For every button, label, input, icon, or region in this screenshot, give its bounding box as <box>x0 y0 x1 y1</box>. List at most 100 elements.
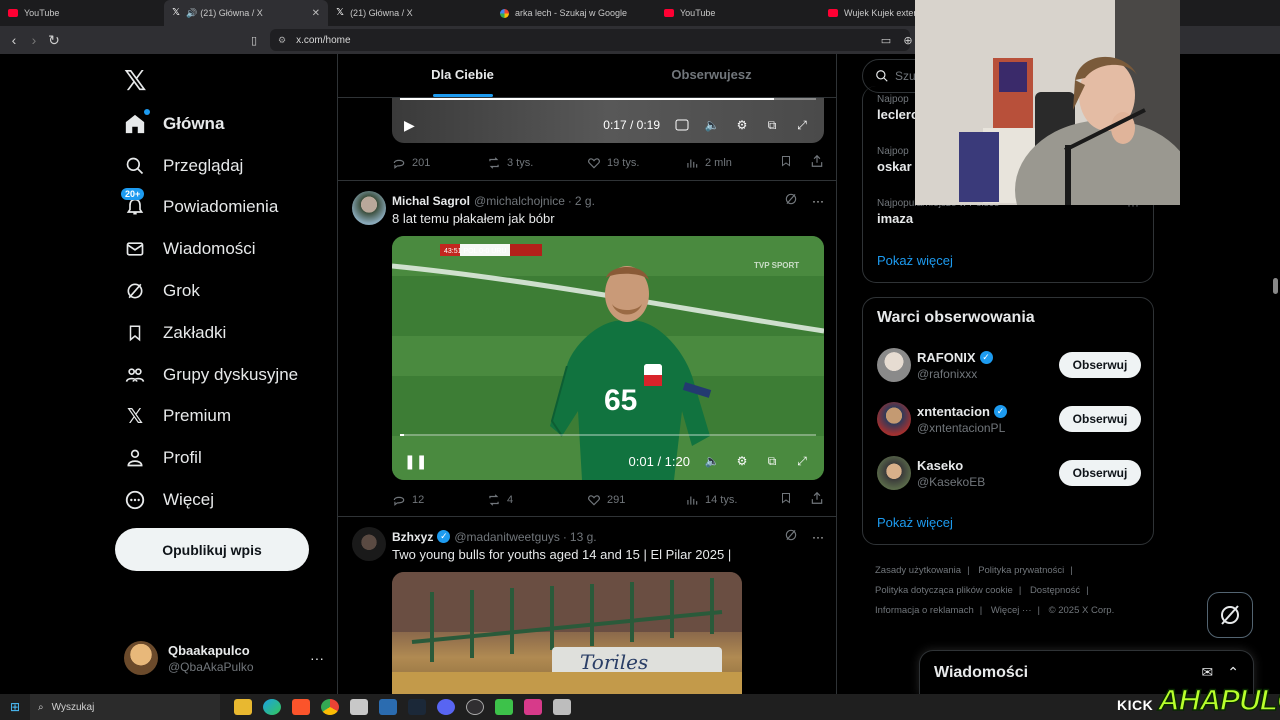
new-message-icon[interactable]: ✉ <box>1202 664 1214 681</box>
speaker-icon[interactable]: 🔊 <box>186 8 197 19</box>
author-name[interactable]: Michal Sagrol <box>392 194 470 208</box>
pause-icon[interactable]: ❚❚ <box>404 453 427 470</box>
x-logo[interactable]: 𝕏 <box>124 64 147 97</box>
nav-item-grok[interactable]: Grok <box>124 270 298 312</box>
reply-button[interactable]: 201 <box>392 156 487 170</box>
page-scrollbar[interactable] <box>1271 54 1280 694</box>
play-icon[interactable]: ▶ <box>404 117 415 134</box>
trend-item[interactable]: Najpop leclerc <box>877 94 918 122</box>
pip-icon[interactable]: ⧉ <box>764 453 780 469</box>
post-image[interactable]: Toriles <box>392 572 742 694</box>
avatar[interactable] <box>352 191 386 225</box>
share-icon[interactable] <box>810 154 824 171</box>
footer-link[interactable]: Informacja o reklamach <box>875 605 974 616</box>
app-icon[interactable] <box>524 699 542 715</box>
browser-tab[interactable]: arka lech - Szukaj w Google <box>492 0 656 26</box>
windows-start-icon[interactable]: ⊞ <box>0 700 30 714</box>
video-player[interactable]: ▶ 0:17 / 0:19 🔈 ⚙ ⧉ ⤢ <box>392 98 824 143</box>
app-icon[interactable] <box>495 699 513 715</box>
browser-tab[interactable]: 𝕏 (21) Główna / X <box>328 0 492 26</box>
discord-icon[interactable] <box>437 699 455 715</box>
follow-button[interactable]: Obserwuj <box>1059 352 1141 378</box>
footer-link[interactable]: Zasady użytkowania <box>875 565 961 576</box>
avatar[interactable] <box>352 527 386 561</box>
obs-icon[interactable] <box>466 699 484 715</box>
bookmark-icon[interactable] <box>780 154 792 171</box>
reader-mode-icon[interactable]: ▭ <box>876 34 896 47</box>
captions-icon[interactable] <box>674 117 690 133</box>
like-button[interactable]: 19 tys. <box>587 156 685 170</box>
show-more-link[interactable]: Pokaż więcej <box>877 253 953 268</box>
steam-icon[interactable] <box>408 699 426 715</box>
close-tab-icon[interactable]: ✕ <box>312 8 320 19</box>
like-button[interactable]: 291 <box>587 493 685 507</box>
volume-icon[interactable]: 🔈 <box>704 117 720 133</box>
browser-tab[interactable]: YouTube <box>656 0 820 26</box>
volume-icon[interactable]: 🔈 <box>704 453 720 469</box>
follow-suggestion[interactable]: Kaseko @KasekoEB Obserwuj <box>877 454 1141 492</box>
footer-link[interactable]: Polityka dotycząca plików cookie <box>875 585 1013 596</box>
grok-floating-button[interactable] <box>1207 592 1253 638</box>
follow-button[interactable]: Obserwuj <box>1059 460 1141 486</box>
brave-icon[interactable] <box>292 699 310 715</box>
follow-suggestion[interactable]: RAFONIX ✓ @rafonixxx Obserwuj <box>877 346 1141 384</box>
follow-button[interactable]: Obserwuj <box>1059 406 1141 432</box>
fullscreen-icon[interactable]: ⤢ <box>794 117 810 133</box>
browser-tab[interactable]: YouTube <box>0 0 164 26</box>
fullscreen-icon[interactable]: ⤢ <box>794 453 810 469</box>
nav-item-bookmarks[interactable]: Zakładki <box>124 312 298 354</box>
forward-icon[interactable]: › <box>24 32 44 48</box>
grok-icon[interactable] <box>784 528 798 545</box>
views-button[interactable]: 2 mln <box>685 156 732 170</box>
app-icon[interactable] <box>553 699 571 715</box>
more-dots-icon[interactable]: ··· <box>812 530 824 544</box>
app-icon[interactable] <box>350 699 368 715</box>
taskbar-search[interactable]: ⌕ Wyszukaj <box>30 694 220 720</box>
settings-icon[interactable]: ⚙ <box>734 453 750 469</box>
author-handle[interactable]: @madanitweetguys <box>454 530 560 544</box>
expand-icon[interactable]: ⌃ <box>1227 664 1239 681</box>
settings-icon[interactable]: ⚙ <box>734 117 750 133</box>
bookmark-icon[interactable] <box>780 491 792 508</box>
edge-icon[interactable] <box>263 699 281 715</box>
reload-icon[interactable]: ↻ <box>44 32 64 49</box>
video-progress-bar[interactable] <box>400 434 816 436</box>
trend-item[interactable]: Najpop oskar <box>877 146 912 174</box>
nav-item-communities[interactable]: Grupy dyskusyjne <box>124 354 298 396</box>
nav-item-explore[interactable]: Przeglądaj <box>124 145 298 187</box>
show-more-link[interactable]: Pokaż więcej <box>877 515 953 530</box>
nav-item-notifications[interactable]: 20+ Powiadomienia <box>121 187 298 229</box>
browser-tab-active[interactable]: 𝕏 🔊 (21) Główna / X ✕ <box>164 0 328 26</box>
video-player[interactable]: 43:51 POL 0-0 URU TVP SPORT 65 ❚❚ 0:01 /… <box>392 236 824 480</box>
scrollbar-thumb[interactable] <box>1273 278 1278 294</box>
post-age[interactable]: 13 g. <box>570 530 597 544</box>
post-age[interactable]: 2 g. <box>575 194 595 208</box>
repost-button[interactable]: 4 <box>487 493 587 507</box>
nav-item-more[interactable]: Więcej <box>124 479 298 521</box>
reply-button[interactable]: 12 <box>392 493 487 507</box>
account-switcher[interactable]: Qbaakapulco @QbaAkaPulko ··· <box>124 638 324 678</box>
nav-item-premium[interactable]: 𝕏 Premium <box>124 396 298 438</box>
back-icon[interactable]: ‹ <box>4 32 24 48</box>
site-info-icon[interactable]: ⚙ <box>278 35 286 46</box>
share-icon[interactable] <box>810 491 824 508</box>
tab-following[interactable]: Obserwujesz <box>587 54 836 97</box>
video-progress-bar[interactable] <box>400 98 816 100</box>
bookmark-page-icon[interactable]: ▯ <box>244 34 264 47</box>
more-dots-icon[interactable]: ··· <box>812 194 824 208</box>
author-handle[interactable]: @michalchojnice <box>474 194 565 208</box>
footer-link[interactable]: Więcej ··· <box>991 605 1032 616</box>
views-button[interactable]: 14 tys. <box>685 493 737 507</box>
file-explorer-icon[interactable] <box>234 699 252 715</box>
post-button[interactable]: Opublikuj wpis <box>115 528 309 571</box>
footer-link[interactable]: Polityka prywatności <box>978 565 1064 576</box>
repost-button[interactable]: 3 tys. <box>487 156 587 170</box>
author-name[interactable]: Bzhxyz <box>392 530 433 544</box>
nav-item-messages[interactable]: Wiadomości <box>124 228 298 270</box>
tab-for-you[interactable]: Dla Ciebie <box>338 54 587 97</box>
grok-icon[interactable] <box>784 192 798 209</box>
nav-item-home[interactable]: Główna <box>124 103 298 145</box>
url-field[interactable]: ⚙ x.com/home <box>270 29 910 51</box>
app-icon[interactable] <box>379 699 397 715</box>
nav-item-profile[interactable]: Profil <box>124 437 298 479</box>
